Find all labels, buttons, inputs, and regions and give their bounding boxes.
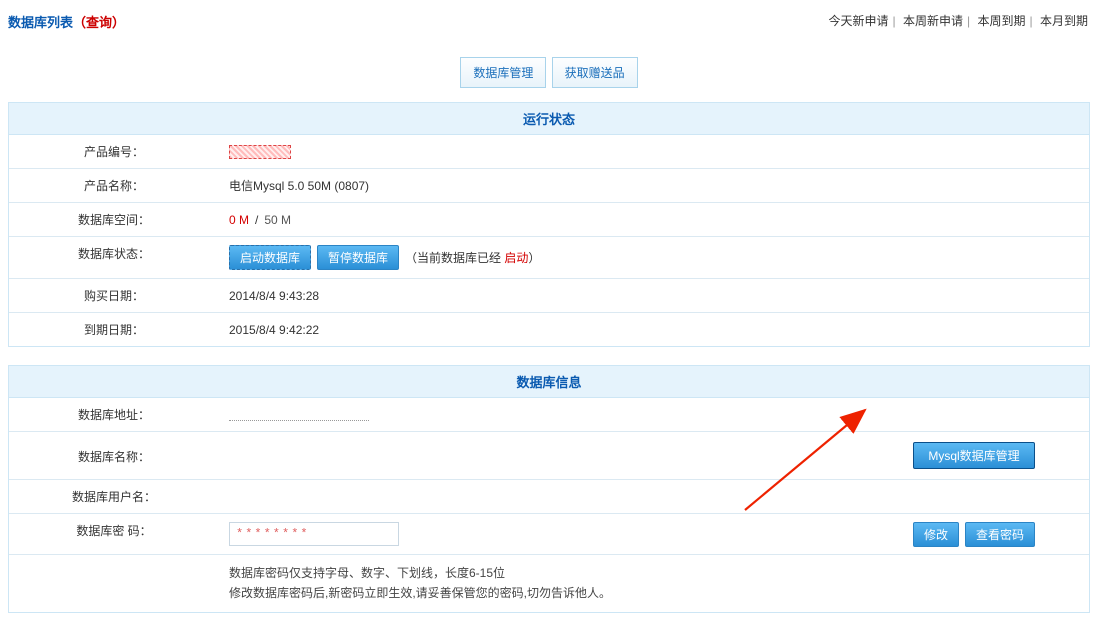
info-panel-heading: 数据库信息 — [9, 366, 1089, 398]
title-main: 数据库列表 — [8, 15, 73, 30]
link-month-expire[interactable]: 本月到期 — [1040, 14, 1088, 28]
info-panel: 数据库信息 数据库地址： 数据库名称： Mysql数据库管理 数据库用户名： 数… — [8, 365, 1090, 613]
label-db-pass: 数据库密 码： — [9, 514, 219, 554]
query-link[interactable]: 查询 — [86, 15, 112, 30]
label-db-user: 数据库用户名： — [9, 480, 219, 513]
label-db-name: 数据库名称： — [9, 432, 219, 479]
link-week-new[interactable]: 本周新申请 — [903, 14, 963, 28]
db-space-sep: / — [255, 213, 258, 227]
label-help — [9, 555, 219, 612]
note-pre: （当前数据库已经 — [405, 251, 504, 265]
link-week-expire[interactable]: 本周到期 — [978, 14, 1026, 28]
pause-db-button[interactable]: 暂停数据库 — [317, 245, 399, 270]
note-status: 启动 — [504, 251, 528, 265]
help-line-2: 修改数据库密码后,新密码立即生效,请妥善保管您的密码,切勿告诉他人。 — [229, 583, 611, 603]
redacted-db-addr — [229, 409, 369, 421]
modify-pass-button[interactable]: 修改 — [913, 522, 959, 547]
paren-close: ） — [112, 15, 125, 30]
db-space-total: 50 M — [264, 213, 291, 227]
value-db-user — [219, 480, 1089, 513]
value-product-id — [219, 135, 1089, 168]
db-space-used: 0 M — [229, 213, 249, 227]
status-panel: 运行状态 产品编号： 产品名称： 电信Mysql 5.0 50M (0807) … — [8, 102, 1090, 347]
label-product-name: 产品名称： — [9, 169, 219, 202]
view-pass-button[interactable]: 查看密码 — [965, 522, 1035, 547]
value-db-addr — [219, 398, 1089, 431]
value-buy-date: 2014/8/4 9:43:28 — [219, 279, 1089, 312]
note-post: ） — [528, 251, 540, 265]
redacted-product-id — [229, 145, 291, 159]
label-db-addr: 数据库地址： — [9, 398, 219, 431]
redacted-db-name — [229, 450, 319, 462]
value-db-name — [219, 432, 859, 479]
label-db-space: 数据库空间： — [9, 203, 219, 236]
mysql-manage-button[interactable]: Mysql数据库管理 — [913, 442, 1034, 469]
redacted-db-user — [229, 491, 319, 503]
value-db-space: 0 M / 50 M — [219, 203, 1089, 236]
get-gift-button[interactable]: 获取赠送品 — [552, 57, 638, 88]
value-product-name: 电信Mysql 5.0 50M (0807) — [219, 169, 1089, 202]
label-expire-date: 到期日期： — [9, 313, 219, 346]
status-panel-heading: 运行状态 — [9, 103, 1089, 135]
db-pass-input[interactable]: ******** — [229, 522, 399, 546]
db-manage-button[interactable]: 数据库管理 — [460, 57, 546, 88]
top-links: 今天新申请| 本周新申请| 本周到期| 本月到期 — [827, 12, 1090, 31]
start-db-button[interactable]: 启动数据库 — [229, 245, 311, 270]
link-today-new[interactable]: 今天新申请 — [829, 14, 889, 28]
help-line-1: 数据库密码仅支持字母、数字、下划线，长度6-15位 — [229, 563, 611, 583]
db-status-note: （当前数据库已经 启动） — [405, 249, 540, 266]
value-expire-date: 2015/8/4 9:42:22 — [219, 313, 1089, 346]
label-buy-date: 购买日期： — [9, 279, 219, 312]
label-db-status: 数据库状态： — [9, 237, 219, 278]
label-product-id: 产品编号： — [9, 135, 219, 168]
page-title: 数据库列表（查询） — [8, 12, 125, 31]
paren-open: （ — [73, 15, 86, 30]
help-text: 数据库密码仅支持字母、数字、下划线，长度6-15位 修改数据库密码后,新密码立即… — [219, 555, 621, 612]
